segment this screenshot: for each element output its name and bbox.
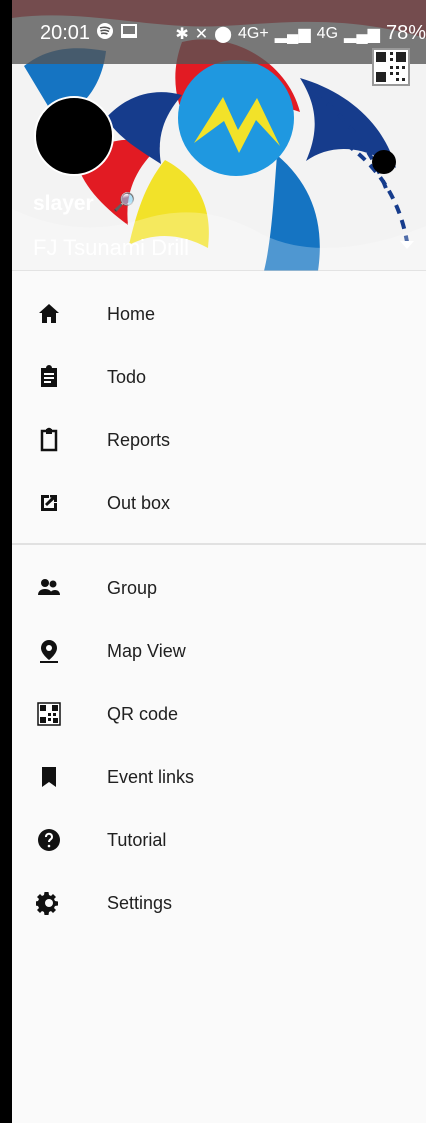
event-name: FJ Tsunami Drill: [33, 235, 190, 260]
menu-label-settings: Settings: [107, 892, 173, 913]
magnifier-badge-icon: 🔎: [113, 192, 136, 212]
qr-code-icon[interactable]: [372, 48, 410, 86]
home-icon: [36, 301, 62, 327]
status-time: 20:01: [40, 22, 91, 44]
network-label-4g-plus: 4G+: [238, 24, 269, 42]
menu-item-tutorial[interactable]: Tutorial: [12, 813, 426, 867]
settings-icon: [36, 890, 62, 916]
menu-label-group: Group: [107, 577, 158, 598]
menu-label-todo: Todo: [107, 366, 147, 387]
status-bar: 20:01 ✱ ✕ ⬤ 4G+ ▂▄▆ 4G ▂▄▆ 78%: [12, 0, 426, 64]
bluetooth-icon: ✱: [175, 25, 189, 43]
clipboard-outline-icon: [36, 427, 62, 453]
menu-label-tutorial: Tutorial: [107, 829, 167, 850]
signal-icon: ▂▄▆: [274, 25, 311, 43]
status-icons-left: [96, 22, 138, 40]
user-name: slayer: [33, 192, 94, 215]
menu-item-settings[interactable]: Settings: [12, 876, 426, 930]
left-screen-edge: [0, 0, 12, 1123]
map-pin-icon: [36, 638, 62, 664]
menu-label-out-box: Out box: [107, 492, 171, 513]
bookmark-icon: [36, 764, 62, 790]
clipboard-filled-icon: [36, 364, 62, 390]
spotify-icon: [97, 23, 113, 39]
location-icon: ⬤: [214, 25, 233, 43]
drawer-header[interactable]: 20:01 ✱ ✕ ⬤ 4G+ ▂▄▆ 4G ▂▄▆ 78% slayer 🔎: [12, 0, 426, 271]
menu-item-reports[interactable]: Reports: [12, 413, 426, 467]
menu-item-event-links[interactable]: Event links: [12, 750, 426, 804]
decorative-dot: [372, 150, 396, 174]
status-icons-right: ✱ ✕ ⬤ 4G+ ▂▄▆ 4G ▂▄▆ 78%: [175, 22, 426, 45]
menu-label-qr-code: QR code: [107, 703, 179, 724]
menu-item-qr-code[interactable]: QR code: [12, 687, 426, 741]
menu-label-reports: Reports: [107, 429, 171, 450]
menu-item-out-box[interactable]: Out box: [12, 476, 426, 530]
navigation-drawer: 20:01 ✱ ✕ ⬤ 4G+ ▂▄▆ 4G ▂▄▆ 78% slayer 🔎: [12, 0, 426, 1123]
qr-code-icon: [36, 701, 62, 727]
mute-icon: ✕: [194, 25, 209, 43]
user-avatar[interactable]: [34, 96, 114, 176]
battery-level: 78%: [385, 22, 426, 44]
menu-label-home: Home: [107, 303, 156, 324]
menu-item-todo[interactable]: Todo: [12, 350, 426, 404]
menu-label-map-view: Map View: [107, 640, 186, 661]
cast-icon: [121, 24, 137, 38]
menu-item-group[interactable]: Group: [12, 561, 426, 615]
open-in-new-icon: [36, 490, 62, 516]
menu-divider: [12, 543, 426, 545]
group-icon: [36, 575, 62, 601]
menu-item-map-view[interactable]: Map View: [12, 624, 426, 678]
menu-item-home[interactable]: Home: [12, 287, 426, 341]
signal-icon-secondary: ▂▄▆: [344, 25, 380, 43]
help-icon: [36, 827, 62, 853]
network-label-4g: 4G: [316, 24, 339, 42]
menu-label-event-links: Event links: [107, 766, 195, 787]
event-dropdown-icon[interactable]: [400, 241, 414, 249]
